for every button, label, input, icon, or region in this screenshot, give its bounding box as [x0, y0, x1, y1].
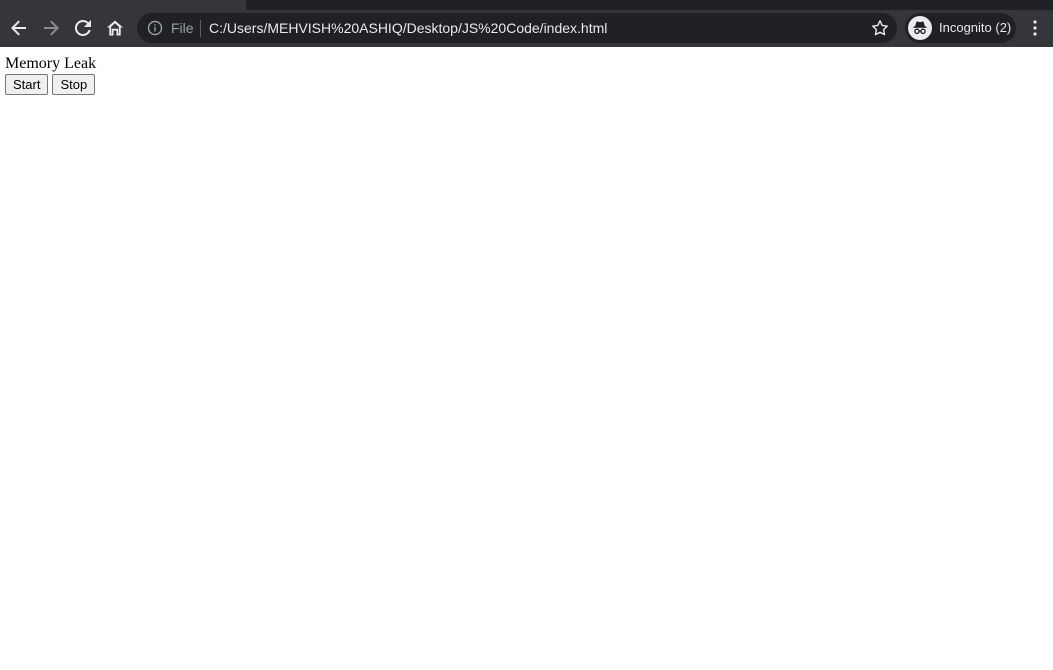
page-heading: Memory Leak	[5, 55, 97, 72]
home-icon	[107, 20, 123, 36]
star-icon[interactable]	[871, 19, 889, 37]
page-body: Memory Leak Start Stop	[5, 55, 1053, 95]
incognito-icon	[908, 16, 932, 40]
scheme-label: File	[171, 20, 194, 36]
browser-window-frame: File C:/Users/MEHVISH%20ASHIQ/Desktop/JS…	[0, 0, 1053, 47]
home-button[interactable]	[100, 13, 130, 43]
browser-toolbar: File C:/Users/MEHVISH%20ASHIQ/Desktop/JS…	[0, 10, 1053, 47]
info-icon[interactable]	[147, 20, 163, 36]
stop-button[interactable]: Stop	[52, 74, 96, 95]
forward-button[interactable]	[36, 13, 66, 43]
url-text[interactable]: C:/Users/MEHVISH%20ASHIQ/Desktop/JS%20Co…	[209, 20, 607, 36]
incognito-profile-button[interactable]: Incognito (2)	[905, 13, 1016, 43]
reload-icon	[74, 19, 91, 36]
omnibox-divider	[200, 20, 201, 37]
page-viewport: Memory Leak Start Stop	[0, 47, 1053, 670]
active-tab[interactable]	[0, 0, 246, 10]
arrow-left-icon	[11, 20, 26, 36]
incognito-label: Incognito (2)	[939, 20, 1012, 35]
button-row: Start Stop	[5, 74, 1053, 95]
reload-button[interactable]	[68, 13, 98, 43]
arrow-right-icon	[44, 20, 59, 36]
back-button[interactable]	[4, 13, 34, 43]
tab-strip	[0, 0, 1053, 10]
kebab-menu-icon	[1033, 20, 1037, 36]
browser-menu-button[interactable]	[1022, 13, 1048, 43]
address-bar[interactable]: File C:/Users/MEHVISH%20ASHIQ/Desktop/JS…	[137, 13, 897, 43]
start-button[interactable]: Start	[5, 74, 49, 95]
